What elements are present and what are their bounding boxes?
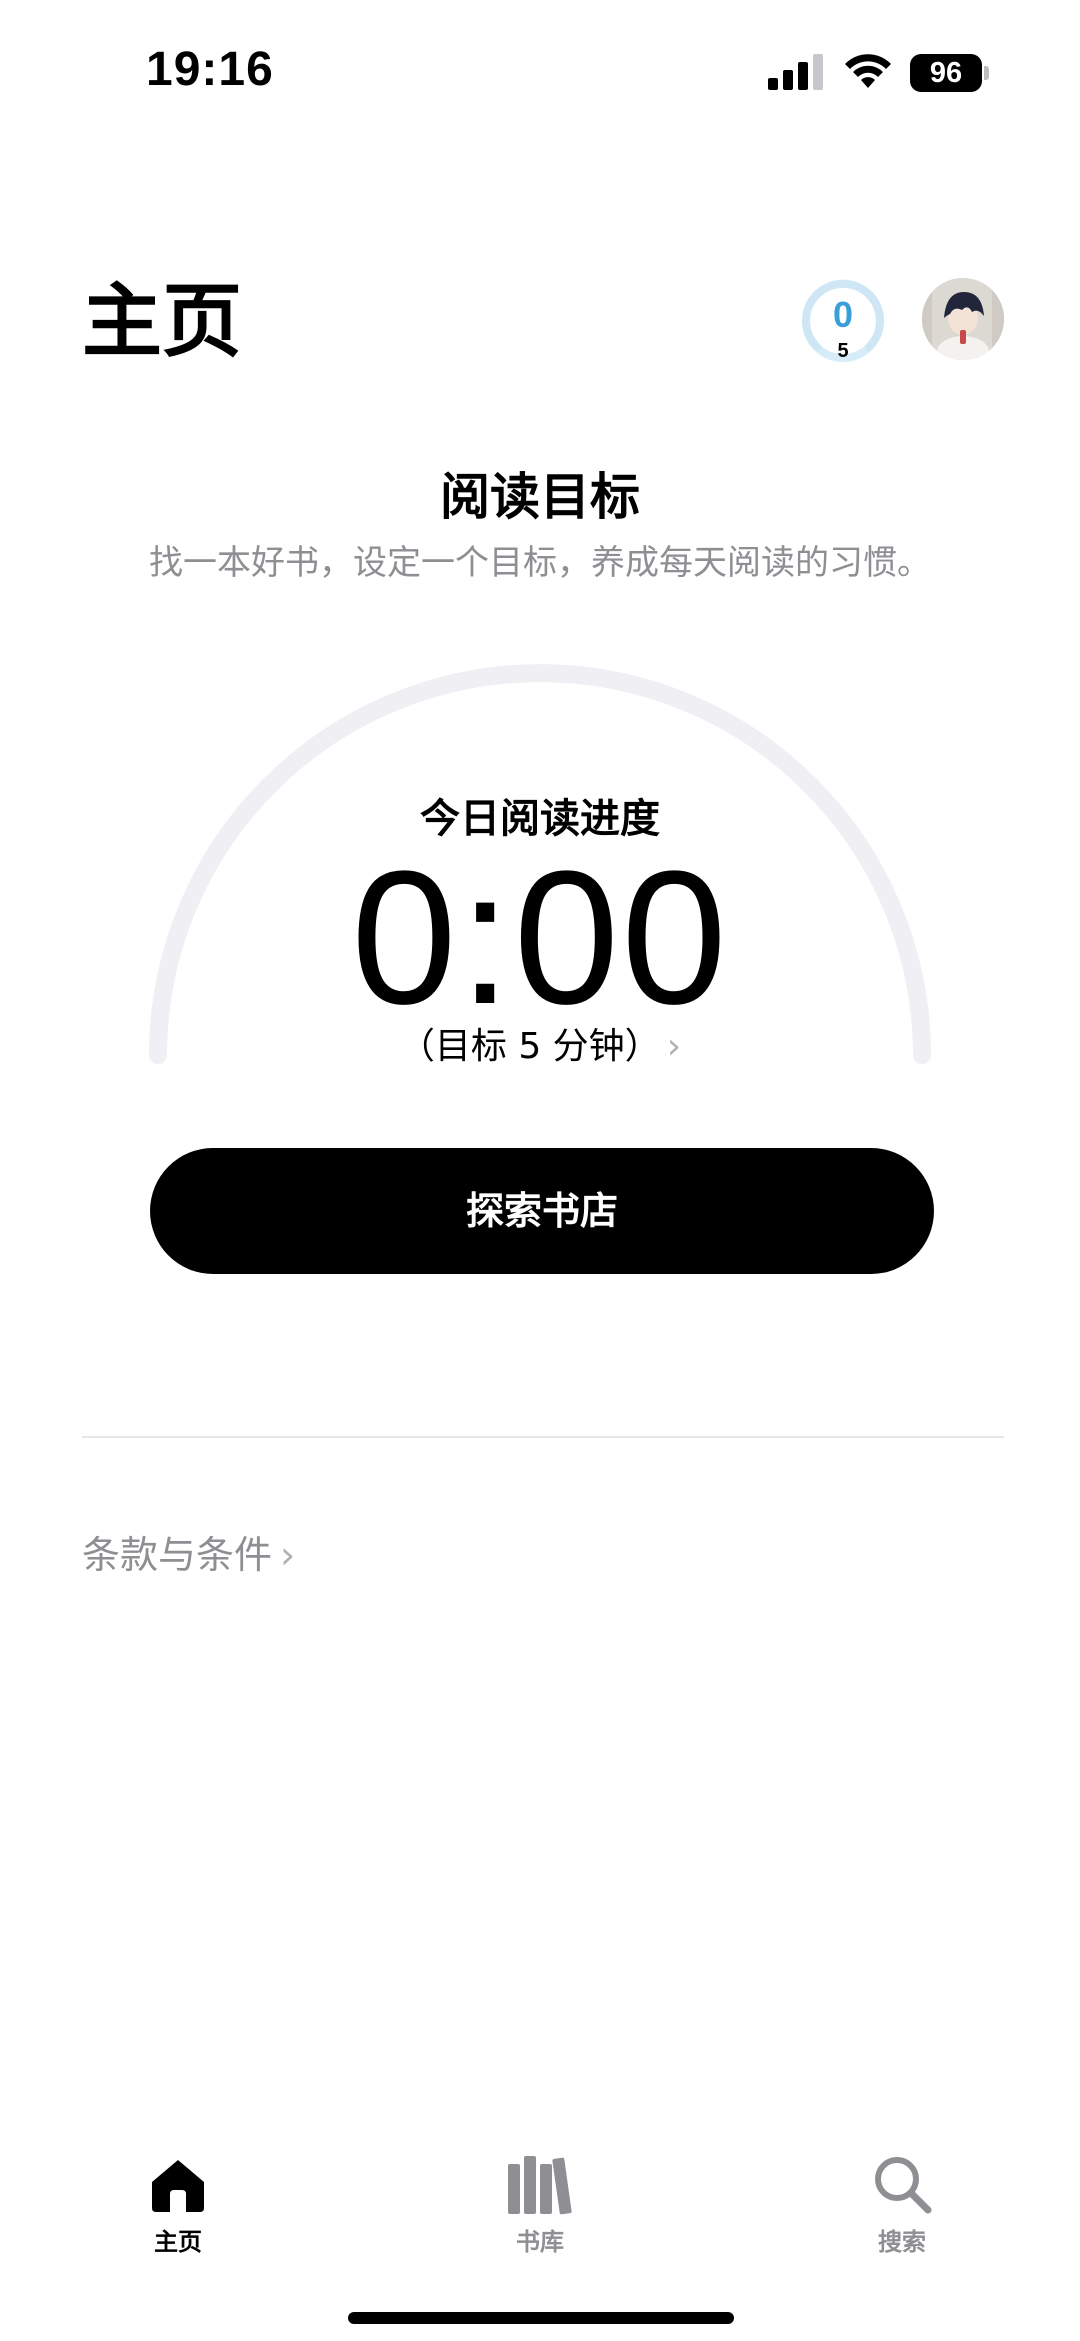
status-bar: 19:16 96 — [0, 0, 1080, 140]
terms-and-conditions-link[interactable]: 条款与条件 › — [82, 1528, 295, 1582]
house-icon — [152, 2160, 204, 2212]
battery-indicator: 96 — [910, 54, 989, 92]
goal-text: （目标 5 分钟） — [398, 1026, 661, 1067]
chevron-right-icon: › — [280, 1533, 296, 1577]
tab-search[interactable]: 搜索 — [822, 2152, 982, 2272]
tab-bar: 主页 书库 搜索 — [0, 2130, 1080, 2280]
reading-goal-subtitle: 找一本好书，设定一个目标，养成每天阅读的习惯。 — [149, 543, 931, 583]
streak-goal: 5 — [837, 340, 849, 362]
battery-cap — [984, 66, 989, 80]
library-books-icon — [508, 2156, 572, 2215]
tab-library-label: 书库 — [516, 2228, 564, 2256]
home-indicator[interactable] — [348, 2312, 734, 2324]
tab-search-label: 搜索 — [878, 2228, 926, 2256]
avatar-image — [922, 278, 1004, 360]
cellular-signal-icon — [768, 54, 823, 90]
wifi-icon — [845, 54, 891, 88]
divider — [82, 1436, 1004, 1438]
chevron-right-icon: › — [666, 1026, 682, 1067]
daily-progress-time: 0:00 — [351, 832, 729, 1044]
magnifier-icon — [875, 2157, 932, 2214]
terms-label: 条款与条件 — [82, 1533, 273, 1577]
user-avatar[interactable] — [922, 278, 1004, 360]
reading-goal-title: 阅读目标 — [440, 468, 640, 526]
explore-bookstore-button[interactable]: 探索书店 — [150, 1148, 934, 1274]
status-time: 19:16 — [146, 43, 274, 96]
page-title: 主页 — [82, 275, 242, 368]
tab-home-label: 主页 — [154, 2228, 202, 2256]
tab-home[interactable]: 主页 — [98, 2152, 258, 2272]
streak-count: 0 — [832, 294, 854, 335]
tab-library[interactable]: 书库 — [460, 2152, 620, 2272]
battery-level: 96 — [910, 54, 982, 92]
set-goal-link[interactable]: （目标 5 分钟） › — [0, 1022, 1080, 1072]
